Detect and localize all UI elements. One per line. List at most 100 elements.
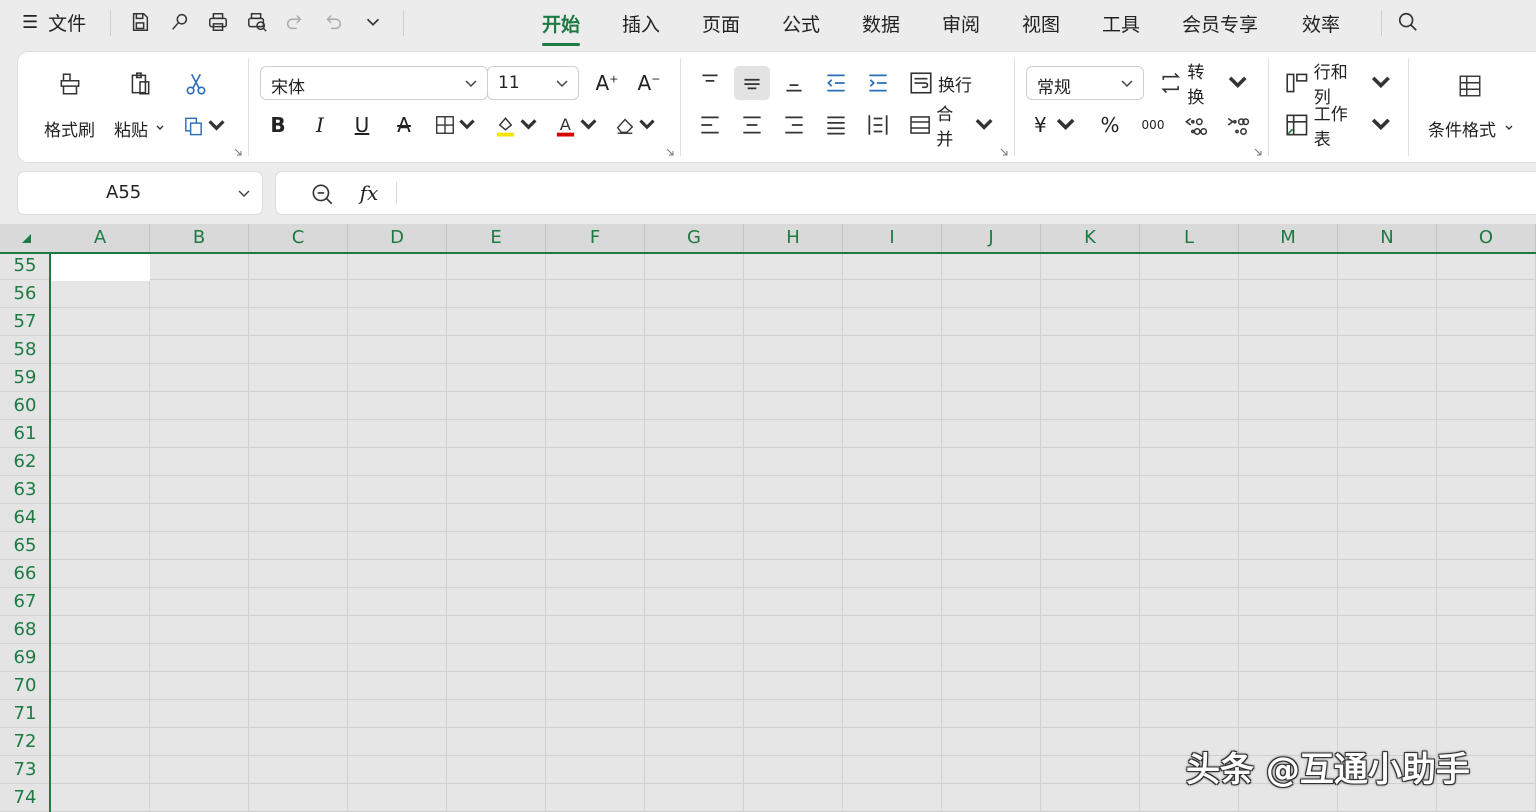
row-header-57[interactable]: 57 (0, 308, 50, 336)
tab-view[interactable]: 视图 (1022, 10, 1060, 37)
border-button[interactable] (434, 110, 478, 140)
group-launcher-icon[interactable] (1000, 148, 1008, 156)
align-center-button[interactable] (738, 110, 766, 140)
rows-columns-button[interactable]: 行和列 (1284, 63, 1394, 108)
name-box[interactable]: A55 (18, 172, 262, 214)
clear-button[interactable] (614, 110, 658, 140)
row-header-59[interactable]: 59 (0, 364, 50, 392)
font-color-button[interactable]: A (554, 108, 600, 142)
paste-button[interactable] (122, 66, 158, 102)
tab-review[interactable]: 审阅 (942, 10, 980, 37)
row-header-66[interactable]: 66 (0, 560, 50, 588)
column-header-h[interactable]: H (744, 224, 843, 252)
insert-function-button[interactable]: fx (354, 178, 384, 208)
justify-button[interactable] (822, 110, 850, 140)
font-name-select[interactable]: 宋体 (260, 66, 488, 100)
wrap-text-button[interactable]: 换行 (908, 68, 980, 98)
row-header-71[interactable]: 71 (0, 700, 50, 728)
format-painter-button[interactable] (52, 66, 88, 102)
row-header-70[interactable]: 70 (0, 672, 50, 700)
underline-button[interactable]: U (348, 110, 376, 140)
align-right-button[interactable] (780, 110, 808, 140)
tab-home[interactable]: 开始 (542, 10, 581, 46)
align-middle-button[interactable] (734, 66, 770, 100)
formula-input[interactable] (406, 172, 1506, 214)
distributed-align-button[interactable] (864, 110, 892, 140)
decrease-font-button[interactable]: A− (634, 68, 664, 98)
column-header-m[interactable]: M (1239, 224, 1338, 252)
convert-button[interactable]: 转换 (1158, 63, 1250, 108)
tab-efficiency[interactable]: 效率 (1302, 10, 1340, 37)
row-header-67[interactable]: 67 (0, 588, 50, 616)
group-launcher-icon[interactable] (1254, 148, 1262, 156)
row-header-64[interactable]: 64 (0, 504, 50, 532)
column-header-j[interactable]: J (942, 224, 1041, 252)
tab-page[interactable]: 页面 (702, 10, 740, 37)
row-header-68[interactable]: 68 (0, 616, 50, 644)
cut-button[interactable] (178, 66, 214, 102)
row-header-72[interactable]: 72 (0, 728, 50, 756)
column-header-n[interactable]: N (1338, 224, 1437, 252)
tab-data[interactable]: 数据 (862, 10, 900, 37)
search-button[interactable] (1394, 8, 1422, 36)
group-launcher-icon[interactable] (234, 148, 242, 156)
column-header-e[interactable]: E (447, 224, 546, 252)
column-header-g[interactable]: G (645, 224, 744, 252)
row-header-69[interactable]: 69 (0, 644, 50, 672)
column-header-c[interactable]: C (249, 224, 348, 252)
copy-button[interactable] (182, 110, 228, 142)
row-header-73[interactable]: 73 (0, 756, 50, 784)
quick-access-more-button[interactable] (361, 8, 385, 36)
row-header-61[interactable]: 61 (0, 420, 50, 448)
row-header-58[interactable]: 58 (0, 336, 50, 364)
percent-button[interactable]: % (1096, 110, 1124, 140)
number-format-select[interactable]: 常规 (1026, 66, 1144, 100)
row-header-55[interactable]: 55 (0, 252, 50, 280)
row-header-65[interactable]: 65 (0, 532, 50, 560)
active-cell-a55[interactable] (51, 254, 150, 281)
decrease-indent-button[interactable] (822, 68, 850, 98)
increase-indent-button[interactable] (864, 68, 892, 98)
redo-button[interactable] (283, 8, 307, 36)
cell-grid[interactable] (51, 252, 1536, 812)
fill-color-button[interactable] (494, 108, 540, 142)
row-header-63[interactable]: 63 (0, 476, 50, 504)
chevron-down-icon[interactable] (236, 185, 252, 201)
strikethrough-button[interactable]: A (390, 110, 418, 140)
export-button[interactable] (166, 8, 194, 36)
increase-decimal-button[interactable] (1180, 110, 1210, 140)
tab-insert[interactable]: 插入 (622, 10, 660, 37)
column-header-b[interactable]: B (150, 224, 249, 252)
row-header-60[interactable]: 60 (0, 392, 50, 420)
column-header-i[interactable]: I (843, 224, 942, 252)
italic-button[interactable]: I (306, 110, 334, 140)
row-header-62[interactable]: 62 (0, 448, 50, 476)
save-button[interactable] (126, 8, 154, 36)
align-top-button[interactable] (696, 68, 724, 98)
bold-button[interactable]: B (264, 110, 292, 140)
tab-member[interactable]: 会员专享 (1182, 10, 1258, 37)
currency-button[interactable]: ¥ (1034, 110, 1078, 140)
align-left-button[interactable] (696, 110, 724, 140)
font-size-select[interactable]: 11 (487, 66, 579, 100)
tab-tools[interactable]: 工具 (1102, 10, 1140, 37)
column-header-o[interactable]: O (1437, 224, 1536, 252)
conditional-format-button[interactable] (1450, 66, 1490, 106)
column-header-a[interactable]: A (51, 224, 150, 252)
zoom-formula-button[interactable] (308, 180, 336, 208)
column-header-k[interactable]: K (1041, 224, 1140, 252)
column-header-f[interactable]: F (546, 224, 645, 252)
print-preview-button[interactable] (243, 8, 271, 36)
merge-button[interactable]: 合并 (908, 105, 996, 150)
row-header-56[interactable]: 56 (0, 280, 50, 308)
tab-formula[interactable]: 公式 (782, 10, 820, 37)
column-header-l[interactable]: L (1140, 224, 1239, 252)
print-button[interactable] (204, 8, 232, 36)
align-bottom-button[interactable] (780, 68, 808, 98)
select-all-corner-icon[interactable] (20, 232, 32, 244)
column-header-d[interactable]: D (348, 224, 447, 252)
row-header-74[interactable]: 74 (0, 784, 50, 812)
worksheet-button[interactable]: 工作表 (1284, 105, 1394, 150)
thousands-separator-button[interactable]: 000 (1138, 110, 1168, 140)
decrease-decimal-button[interactable] (1222, 110, 1252, 140)
